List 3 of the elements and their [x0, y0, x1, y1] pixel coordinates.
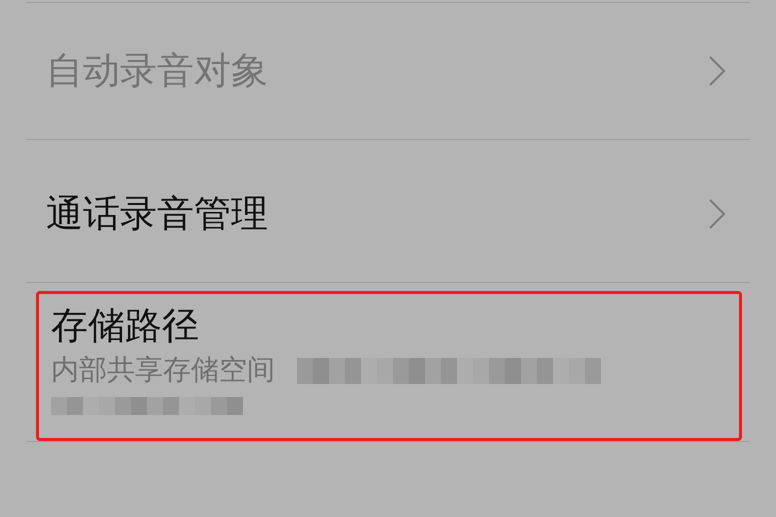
setting-subtitle: 内部共享存储空间 [51, 352, 275, 388]
setting-title[interactable]: 存储路径 [51, 304, 199, 348]
setting-title[interactable]: 通话录音管理 [46, 192, 268, 236]
